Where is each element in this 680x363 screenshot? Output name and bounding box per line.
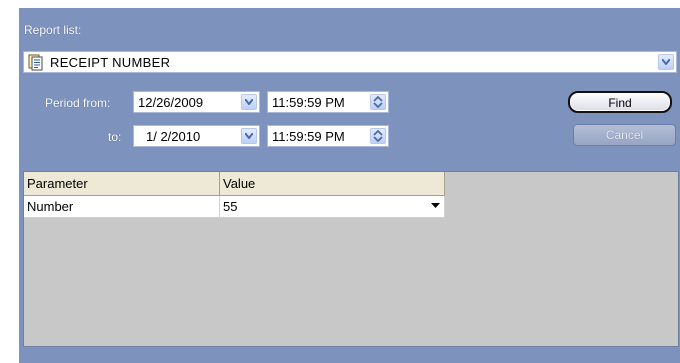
period-to-date-value: 1/ 2/2010 — [146, 129, 201, 144]
report-list-value: RECEIPT NUMBER — [50, 55, 171, 70]
parameter-cell: Number — [24, 196, 220, 218]
period-to-time[interactable]: 11:59:59 PM — [267, 125, 389, 147]
period-from-date[interactable]: 12/26/2009 — [133, 91, 260, 113]
period-to-label: to: — [108, 130, 122, 144]
period-to-time-spinner[interactable] — [370, 128, 386, 144]
find-button[interactable]: Find — [568, 91, 672, 113]
report-list-dropdown-button[interactable] — [658, 54, 674, 70]
grid-header: Parameter Value — [24, 172, 445, 196]
chevron-down-icon — [245, 133, 253, 139]
spin-up-down-icon — [373, 95, 383, 109]
report-list-combo[interactable]: RECEIPT NUMBER — [23, 51, 677, 73]
value-cell-text: 55 — [223, 199, 238, 214]
period-from-date-dropdown[interactable] — [241, 94, 257, 110]
period-from-label: Period from: — [45, 96, 111, 110]
period-to-date[interactable]: 1/ 2/2010 — [133, 125, 260, 147]
value-cell[interactable]: 55 — [220, 196, 445, 218]
spin-up-down-icon — [373, 129, 383, 143]
column-header-value[interactable]: Value — [220, 172, 445, 196]
period-to-time-value: 11:59:59 PM — [272, 129, 345, 144]
period-from-time-spinner[interactable] — [370, 94, 386, 110]
dropdown-arrow-icon[interactable] — [431, 203, 440, 208]
column-header-parameter[interactable]: Parameter — [24, 172, 220, 196]
table-row[interactable]: Number 55 — [24, 196, 445, 218]
bottom-strip — [19, 347, 680, 363]
period-to-date-dropdown[interactable] — [241, 128, 257, 144]
chevron-down-icon — [662, 59, 670, 65]
document-report-icon — [28, 54, 43, 71]
chevron-down-icon — [245, 99, 253, 105]
period-from-date-value: 12/26/2009 — [138, 95, 204, 110]
period-from-time[interactable]: 11:59:59 PM — [267, 91, 389, 113]
report-list-label: Report list: — [24, 23, 82, 37]
period-from-time-value: 11:59:59 PM — [272, 95, 345, 110]
report-panel: Report list: RECEIPT NUMBER Period from:… — [19, 8, 680, 363]
cancel-button[interactable]: Cancel — [573, 124, 676, 146]
parameters-grid: Parameter Value Number 55 — [23, 171, 679, 347]
